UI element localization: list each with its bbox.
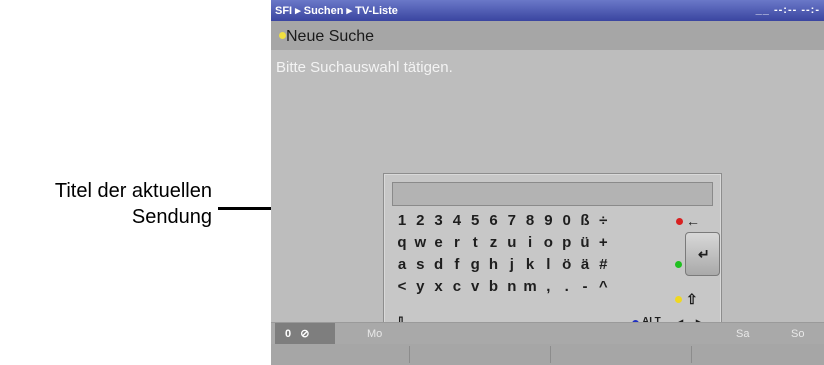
key[interactable]: l (539, 255, 557, 275)
key[interactable]: 8 (521, 211, 539, 231)
key[interactable]: ÷ (594, 211, 612, 231)
key[interactable]: u (503, 233, 521, 253)
key[interactable]: c (448, 277, 466, 297)
yellow-dot-icon (675, 296, 682, 303)
function-slot-1[interactable] (271, 346, 410, 363)
enter-key[interactable]: ↵ (685, 232, 720, 276)
key[interactable]: 7 (503, 211, 521, 231)
tv-screen: SFI ▸ Suchen ▸ TV-Liste __ --:-- --:- Ne… (271, 0, 824, 365)
green-dot-icon (675, 261, 682, 268)
key[interactable]: 1 (393, 211, 411, 231)
clock: __ --:-- --:- (755, 4, 820, 16)
clock-icon: ⊘ (300, 328, 310, 340)
key[interactable]: 0 (558, 211, 576, 231)
key[interactable]: 9 (539, 211, 557, 231)
key[interactable]: d (430, 255, 448, 275)
red-dot-icon (676, 218, 683, 225)
key[interactable]: ü (576, 233, 594, 253)
key[interactable]: x (430, 277, 448, 297)
key[interactable]: . (558, 277, 576, 297)
day-number: 0 (285, 328, 292, 340)
backspace-key[interactable]: ← (686, 211, 700, 231)
key[interactable]: i (521, 233, 539, 253)
enter-icon: ↵ (698, 246, 710, 262)
breadcrumb: SFI ▸ Suchen ▸ TV-Liste (275, 5, 398, 17)
function-slot-2[interactable] (410, 346, 551, 363)
day-button-today[interactable]: 0 ⊘ (275, 323, 335, 345)
key[interactable]: 6 (485, 211, 503, 231)
shift-key[interactable]: ⇧ (686, 289, 698, 309)
annotation-line-1: Titel der aktuellen (54, 180, 212, 202)
key[interactable]: p (558, 233, 576, 253)
key[interactable]: m (521, 277, 539, 297)
key[interactable]: s (411, 255, 429, 275)
key[interactable]: 3 (430, 211, 448, 231)
key[interactable]: j (503, 255, 521, 275)
key[interactable]: ^ (594, 277, 612, 297)
key[interactable]: < (393, 277, 411, 297)
key[interactable]: z (485, 233, 503, 253)
key[interactable]: , (539, 277, 557, 297)
page-title: Neue Suche (286, 28, 375, 45)
keyboard-input-field[interactable] (392, 182, 713, 206)
annotation-label: Titel der aktuellen Sendung (0, 178, 212, 230)
key[interactable]: n (503, 277, 521, 297)
key[interactable]: b (485, 277, 503, 297)
key[interactable]: w (411, 233, 429, 253)
key[interactable]: 4 (448, 211, 466, 231)
virtual-keyboard: 1 2 3 4 5 6 7 8 9 0 ß ÷ q w e r t z u i o p ü + a s d f g h j k l ö ä # < y x c… (383, 173, 722, 341)
yellow-dot-icon (279, 32, 286, 39)
key[interactable]: f (448, 255, 466, 275)
function-slot-4[interactable] (692, 346, 823, 363)
key[interactable]: h (485, 255, 503, 275)
annotation-line-2: Sendung (131, 206, 212, 228)
function-slot-3[interactable] (551, 346, 692, 363)
hint-text: Bitte Suchauswahl tätigen. (276, 59, 453, 76)
key[interactable]: - (576, 277, 594, 297)
key[interactable]: k (521, 255, 539, 275)
key[interactable]: # (594, 255, 612, 275)
key[interactable]: a (393, 255, 411, 275)
day-bar: 0 ⊘ Mo Sa So (271, 322, 824, 345)
key[interactable]: g (466, 255, 484, 275)
key[interactable]: t (466, 233, 484, 253)
key[interactable]: r (448, 233, 466, 253)
day-button-mo[interactable]: Mo (367, 323, 382, 345)
day-button-sa[interactable]: Sa (736, 323, 749, 345)
top-bar: SFI ▸ Suchen ▸ TV-Liste __ --:-- --:- (271, 0, 824, 21)
search-header[interactable]: Neue Suche (271, 21, 824, 50)
key[interactable]: 2 (411, 211, 429, 231)
key[interactable]: o (539, 233, 557, 253)
key[interactable]: e (430, 233, 448, 253)
key[interactable]: ö (558, 255, 576, 275)
key[interactable]: y (411, 277, 429, 297)
key[interactable]: v (466, 277, 484, 297)
key[interactable]: 5 (466, 211, 484, 231)
key[interactable]: + (594, 233, 612, 253)
key[interactable]: q (393, 233, 411, 253)
day-button-so[interactable]: So (791, 323, 804, 345)
function-bar (271, 344, 824, 365)
key[interactable]: ß (576, 211, 594, 231)
key[interactable]: ä (576, 255, 594, 275)
